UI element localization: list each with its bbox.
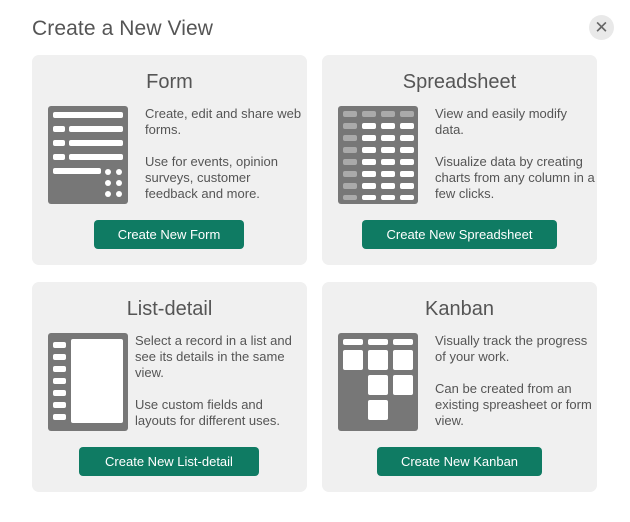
card-description-list-detail: Select a record in a list and see its de… (135, 333, 300, 445)
list-detail-card: List-detail Select a record in a list an… (32, 282, 307, 492)
description-text: Visually track the progress of your work… (435, 333, 588, 364)
description-text: View and easily modify data. (435, 106, 567, 137)
spreadsheet-illustration-icon (338, 106, 418, 204)
kanban-illustration-icon (338, 333, 418, 431)
description-text: Use for events, opinion surveys, custome… (145, 154, 278, 201)
close-button[interactable]: ✕ (589, 15, 614, 40)
spreadsheet-card: Spreadsheet View and easily modify data.… (322, 55, 597, 265)
description-text: Use custom fields and layouts for differ… (135, 397, 281, 428)
form-illustration-icon (48, 106, 128, 204)
description-text: Visualize data by creating charts from a… (435, 154, 595, 201)
card-title-spreadsheet: Spreadsheet (402, 71, 517, 93)
create-new-form-button[interactable]: Create New Form (94, 220, 244, 249)
card-title-form: Form (146, 71, 193, 93)
close-icon: ✕ (594, 18, 609, 37)
dialog-title: Create a New View (32, 17, 214, 40)
card-title-kanban: Kanban (425, 298, 494, 320)
create-new-kanban-button[interactable]: Create New Kanban (377, 447, 542, 476)
description-text: Select a record in a list and see its de… (135, 333, 292, 380)
create-new-spreadsheet-button[interactable]: Create New Spreadsheet (362, 220, 557, 249)
card-description-form: Create, edit and share web forms. Use fo… (145, 106, 305, 218)
card-description-spreadsheet: View and easily modify data. Visualize d… (435, 106, 595, 218)
description-text: Create, edit and share web forms. (145, 106, 302, 137)
form-card: Form Create, edit and share web forms. U… (32, 55, 307, 265)
card-title-list-detail: List-detail (126, 298, 213, 320)
create-new-list-detail-button[interactable]: Create New List-detail (79, 447, 259, 476)
card-description-kanban: Visually track the progress of your work… (435, 333, 595, 445)
description-text: Can be created from an existing spreashe… (435, 381, 592, 428)
create-view-dialog: Create a New View ✕ Form Create, edit an… (0, 0, 630, 522)
list-detail-illustration-icon (48, 333, 128, 431)
kanban-card: Kanban Visually track the progress of yo… (322, 282, 597, 492)
